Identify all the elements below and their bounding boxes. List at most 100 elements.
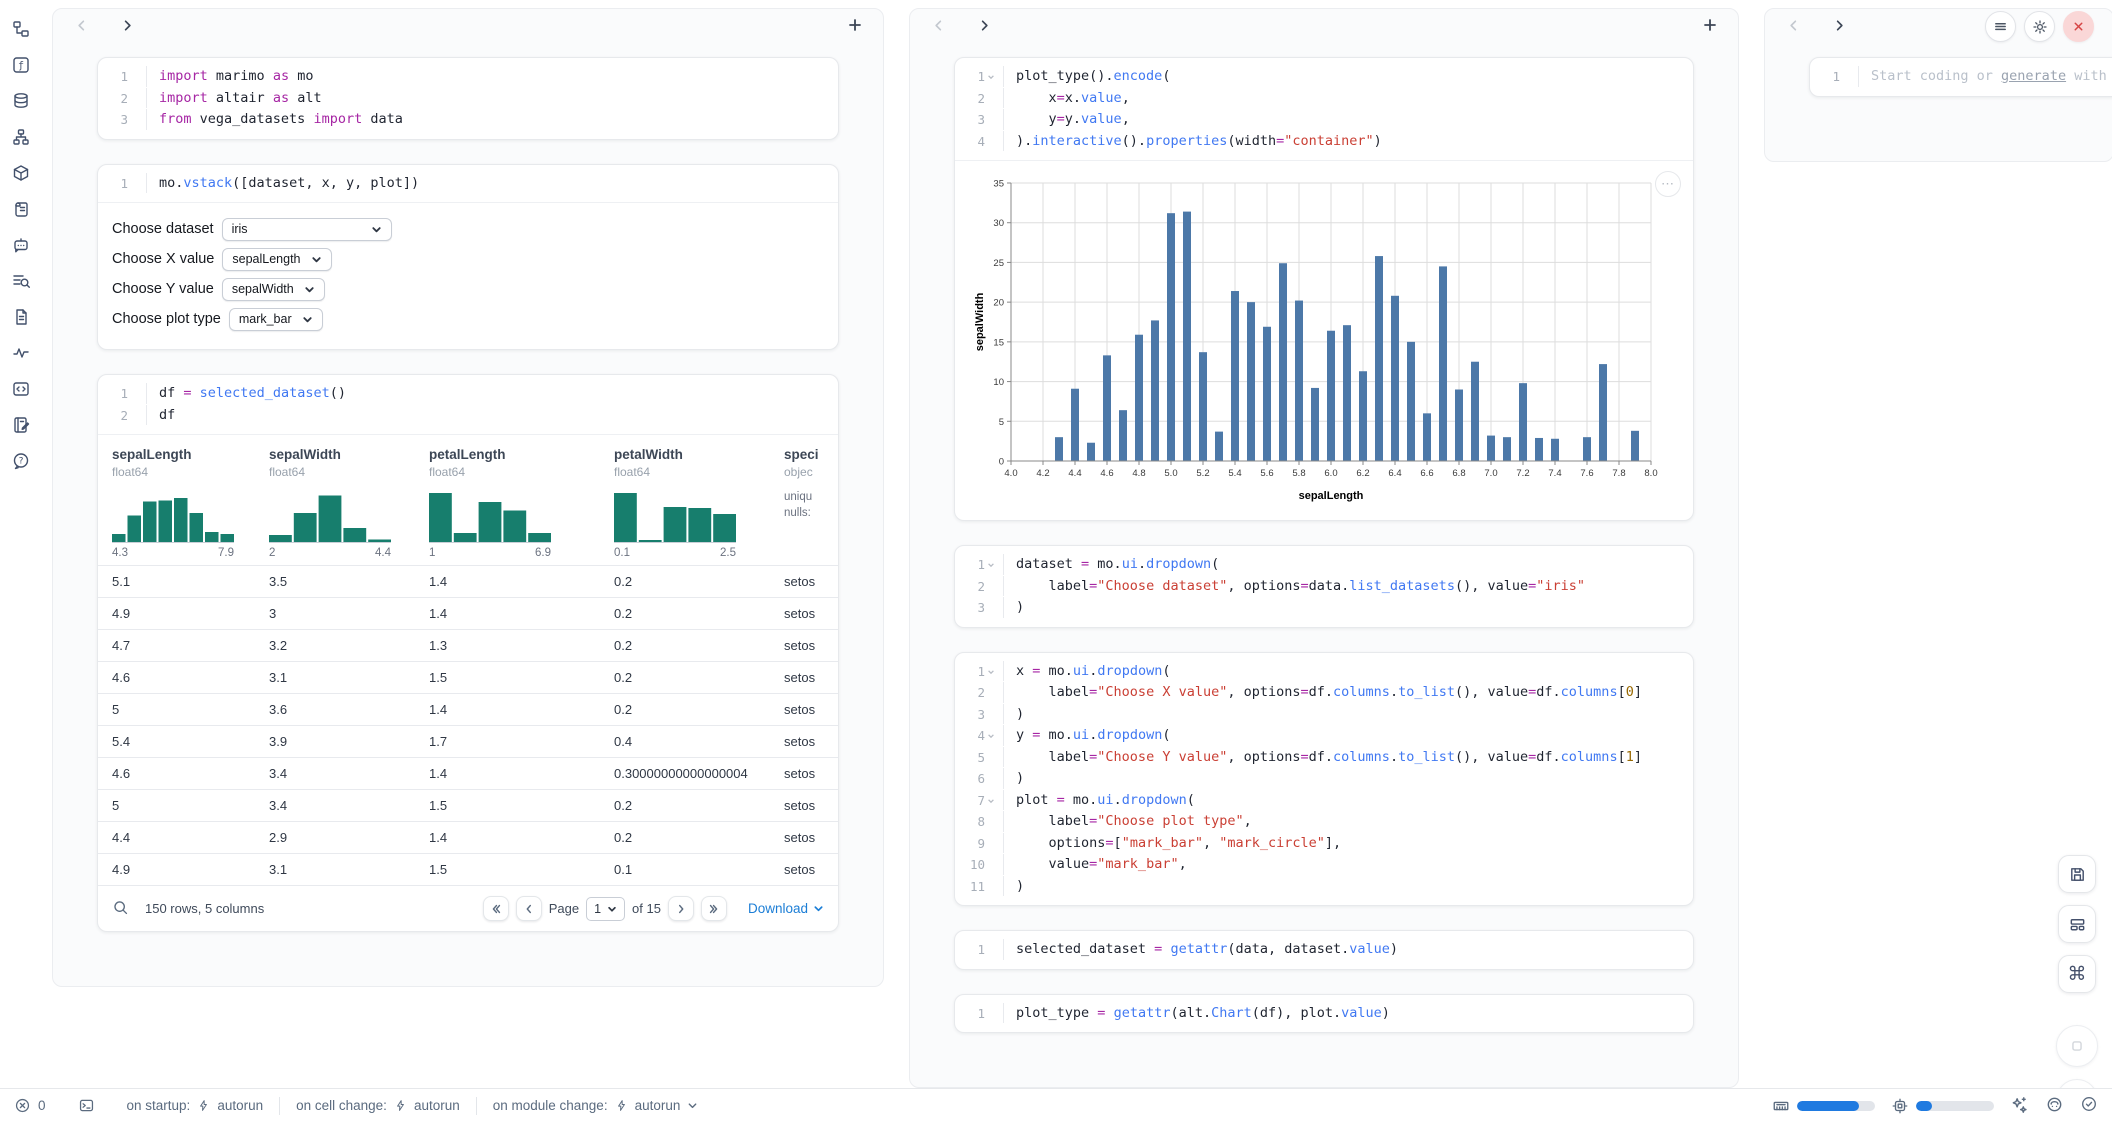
file-explorer-icon[interactable]: [10, 18, 32, 40]
code-line[interactable]: 4y = mo.ui.dropdown(: [955, 725, 1693, 747]
table-column-header[interactable]: petalLengthfloat6416.9: [415, 435, 600, 565]
keyboard-shortcuts-button[interactable]: ⌘: [2058, 955, 2096, 993]
y-value-select[interactable]: sepalWidth: [222, 278, 325, 301]
ai-sparkles-button[interactable]: [2010, 1095, 2029, 1117]
tracing-icon[interactable]: [10, 342, 32, 364]
snippets-icon[interactable]: [10, 378, 32, 400]
save-button[interactable]: [2058, 855, 2096, 893]
column-left-arrow-icon[interactable]: [1785, 17, 1801, 33]
code-line[interactable]: 1Start coding or generate with: [1810, 66, 2112, 88]
cell-xy-plot-dropdowns[interactable]: 1x = mo.ui.dropdown(2 label="Choose X va…: [954, 652, 1694, 907]
collapse-chevron-icon[interactable]: [985, 554, 997, 569]
code-line[interactable]: 2 label="Choose dataset", options=data.l…: [955, 576, 1693, 598]
layout-button[interactable]: [2058, 905, 2096, 943]
dependency-graph-icon[interactable]: [10, 126, 32, 148]
bar-chart[interactable]: 4.04.24.44.64.85.05.25.45.65.86.06.26.46…: [971, 173, 1667, 507]
cell-dataset-dropdown[interactable]: 1dataset = mo.ui.dropdown(2 label="Choos…: [954, 545, 1694, 628]
table-row[interactable]: 4.93.11.50.1setos: [98, 853, 838, 885]
on-startup-setting[interactable]: on startup: autorun: [111, 1096, 280, 1116]
column-right-arrow-icon[interactable]: [976, 17, 992, 33]
logs-icon[interactable]: [10, 270, 32, 292]
code-line[interactable]: 4).interactive().properties(width="conta…: [955, 131, 1693, 153]
code-line[interactable]: 2import altair as alt: [98, 88, 838, 110]
cell-df[interactable]: 1df = selected_dataset()2df sepalLengthf…: [97, 374, 839, 932]
scratchpad-icon[interactable]: [10, 198, 32, 220]
code-line[interactable]: 8 label="Choose plot type",: [955, 811, 1693, 833]
code-line[interactable]: 3): [955, 704, 1693, 726]
connection-status-icon[interactable]: [2080, 1095, 2098, 1116]
cell-imports[interactable]: 1import marimo as mo2import altair as al…: [97, 57, 839, 140]
code-line[interactable]: 9 options=["mark_bar", "mark_circle"],: [955, 833, 1693, 855]
ai-code-input[interactable]: 1Start coding or generate with: [1810, 58, 2112, 96]
table-row[interactable]: 4.73.21.30.2setos: [98, 629, 838, 661]
column-right-arrow-icon[interactable]: [119, 17, 135, 33]
error-indicator[interactable]: 0: [14, 1096, 62, 1116]
chart-menu-button[interactable]: ⋯: [1655, 171, 1681, 197]
column-left-arrow-icon[interactable]: [930, 17, 946, 33]
code-line[interactable]: 1df = selected_dataset(): [98, 383, 838, 405]
prev-page-button[interactable]: [516, 896, 542, 921]
table-search-icon[interactable]: [112, 899, 129, 919]
code-line[interactable]: 6): [955, 768, 1693, 790]
first-page-button[interactable]: [483, 896, 509, 921]
cell-plot[interactable]: 1plot_type().encode(2 x=x.value,3 y=y.va…: [954, 57, 1694, 521]
table-row[interactable]: 5.43.91.70.4setos: [98, 725, 838, 757]
settings-button[interactable]: [2024, 11, 2055, 42]
code-line[interactable]: 11): [955, 876, 1693, 898]
cell-plot-type[interactable]: 1plot_type = getattr(alt.Chart(df), plot…: [954, 994, 1694, 1034]
code-line[interactable]: 2 label="Choose X value", options=df.col…: [955, 682, 1693, 704]
cell-selected-dataset[interactable]: 1selected_dataset = getattr(data, datase…: [954, 930, 1694, 970]
on-module-change-setting[interactable]: on module change: autorun: [477, 1096, 715, 1116]
code-line[interactable]: 1x = mo.ui.dropdown(: [955, 661, 1693, 683]
on-cell-change-setting[interactable]: on cell change: autorun: [280, 1096, 476, 1116]
help-icon[interactable]: ?: [10, 450, 32, 472]
table-row[interactable]: 4.931.40.2setos: [98, 597, 838, 629]
ai-chat-icon[interactable]: [10, 234, 32, 256]
datasources-icon[interactable]: [10, 90, 32, 112]
cell-vstack[interactable]: 1mo.vstack([dataset, x, y, plot]) Choose…: [97, 164, 839, 351]
notebook-icon[interactable]: [10, 414, 32, 436]
shutdown-button[interactable]: [2063, 11, 2094, 42]
table-row[interactable]: 4.63.11.50.2setos: [98, 661, 838, 693]
code-line[interactable]: 1selected_dataset = getattr(data, datase…: [955, 939, 1693, 961]
code-line[interactable]: 1dataset = mo.ui.dropdown(: [955, 554, 1693, 576]
code-line[interactable]: 5 label="Choose Y value", options=df.col…: [955, 747, 1693, 769]
collapse-chevron-icon[interactable]: [985, 790, 997, 805]
table-column-header[interactable]: sepalLengthfloat644.37.9: [98, 435, 255, 565]
table-row[interactable]: 53.41.50.2setos: [98, 789, 838, 821]
code-line[interactable]: 2df: [98, 405, 838, 427]
plot-type-select[interactable]: mark_bar: [229, 308, 323, 331]
last-page-button[interactable]: [701, 896, 727, 921]
code-line[interactable]: 2 x=x.value,: [955, 88, 1693, 110]
documentation-icon[interactable]: [10, 306, 32, 328]
table-column-header[interactable]: sepalWidthfloat6424.4: [255, 435, 415, 565]
code-line[interactable]: 10 value="mark_bar",: [955, 854, 1693, 876]
add-cell-button[interactable]: [847, 17, 863, 33]
functions-icon[interactable]: ƒ: [10, 54, 32, 76]
cell-new-empty[interactable]: 1Start coding or generate with: [1809, 57, 2112, 97]
code-line[interactable]: 1plot_type = getattr(alt.Chart(df), plot…: [955, 1003, 1693, 1025]
packages-icon[interactable]: [10, 162, 32, 184]
download-button[interactable]: Download: [748, 901, 824, 916]
code-line[interactable]: 7plot = mo.ui.dropdown(: [955, 790, 1693, 812]
collapse-chevron-icon[interactable]: [985, 66, 997, 81]
collapse-chevron-icon[interactable]: [985, 661, 997, 676]
table-row[interactable]: 53.61.40.2setos: [98, 693, 838, 725]
add-cell-button[interactable]: [1702, 17, 1718, 33]
ram-meter[interactable]: [1772, 1097, 1875, 1115]
table-row[interactable]: 4.42.91.40.2setos: [98, 821, 838, 853]
table-column-header[interactable]: speciobjecuniqunulls:: [770, 435, 838, 565]
code-line[interactable]: 3 y=y.value,: [955, 109, 1693, 131]
column-right-arrow-icon[interactable]: [1831, 17, 1847, 33]
stop-button[interactable]: [2056, 1025, 2098, 1067]
code-line[interactable]: 1plot_type().encode(: [955, 66, 1693, 88]
collapse-chevron-icon[interactable]: [985, 725, 997, 740]
code-line[interactable]: 1import marimo as mo: [98, 66, 838, 88]
column-left-arrow-icon[interactable]: [73, 17, 89, 33]
table-column-header[interactable]: petalWidthfloat640.12.5: [600, 435, 770, 565]
copilot-button[interactable]: [2045, 1095, 2064, 1117]
page-select[interactable]: 1: [586, 897, 625, 921]
terminal-button[interactable]: [62, 1096, 111, 1116]
table-row[interactable]: 4.63.41.40.30000000000000004setos: [98, 757, 838, 789]
cpu-meter[interactable]: [1891, 1097, 1994, 1115]
